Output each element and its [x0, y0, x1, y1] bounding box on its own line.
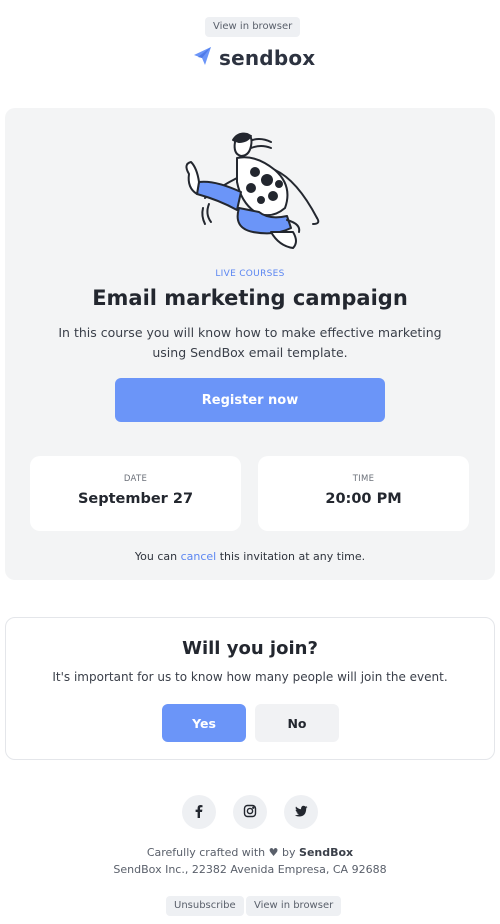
cancel-suffix: this invitation at any time.	[219, 550, 366, 563]
twitter-button[interactable]	[284, 795, 318, 829]
heart-icon: ♥	[268, 846, 279, 859]
jumping-person-illustration	[175, 128, 325, 250]
time-label: TIME	[352, 474, 375, 484]
sendbox-logo[interactable]: sendbox	[193, 45, 315, 71]
view-in-browser-footer-link[interactable]: View in browser	[246, 896, 342, 916]
course-description: In this course you will know how to make…	[58, 325, 442, 360]
yes-button[interactable]: Yes	[162, 704, 246, 742]
cancel-note: You can cancel this invitation at any ti…	[5, 550, 495, 563]
time-box: TIME 20:00 PM	[258, 456, 469, 531]
crafted-prefix: Carefully crafted with	[146, 846, 266, 859]
date-label: DATE	[123, 474, 148, 484]
facebook-icon	[192, 803, 206, 822]
register-button[interactable]: Register now	[115, 378, 385, 422]
crafted-brand: SendBox	[299, 846, 354, 859]
cancel-link[interactable]: cancel	[181, 550, 217, 563]
course-card: LIVE COURSES Email marketing campaign In…	[5, 108, 495, 580]
course-category: LIVE COURSES	[215, 269, 285, 279]
time-value: 20:00 PM	[325, 491, 402, 507]
cancel-prefix: You can	[134, 550, 178, 563]
view-in-browser-link[interactable]: View in browser	[205, 17, 301, 37]
date-box: DATE September 27	[30, 456, 241, 531]
twitter-icon	[294, 803, 308, 822]
brand-name: sendbox	[219, 46, 316, 70]
instagram-icon	[243, 803, 257, 822]
join-title: Will you join?	[182, 638, 318, 659]
facebook-button[interactable]	[182, 795, 216, 829]
company-address: SendBox Inc., 22382 Avenida Empresa, CA …	[113, 863, 387, 876]
paper-plane-icon	[193, 45, 213, 71]
join-description: It's important for us to know how many p…	[52, 670, 448, 684]
unsubscribe-link[interactable]: Unsubscribe	[166, 896, 244, 916]
course-title: Email marketing campaign	[92, 286, 408, 310]
crafted-by: by	[282, 846, 296, 859]
no-button[interactable]: No	[255, 704, 339, 742]
crafted-line: Carefully crafted with ♥ by SendBox	[0, 846, 500, 859]
date-value: September 27	[77, 491, 194, 507]
join-card: Will you join? It's important for us to …	[5, 617, 495, 760]
instagram-button[interactable]	[233, 795, 267, 829]
